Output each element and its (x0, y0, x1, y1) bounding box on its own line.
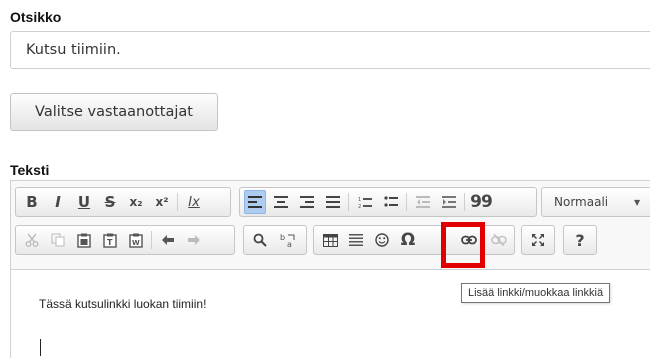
insert-group: Ω (313, 225, 443, 255)
smiley-icon[interactable] (371, 228, 393, 252)
text-caret (40, 339, 41, 356)
undo-icon[interactable] (157, 228, 179, 252)
svg-text:W: W (132, 239, 140, 247)
maximize-icon[interactable] (527, 228, 549, 252)
maximize-group (521, 225, 555, 255)
align-right-icon[interactable] (296, 190, 318, 214)
help-button[interactable]: ? (569, 228, 591, 252)
basic-styles-group: B I U S x₂ x² Ix (15, 187, 231, 217)
svg-text:2: 2 (358, 204, 361, 209)
copy-icon[interactable] (47, 228, 69, 252)
paste-icon[interactable] (73, 228, 95, 252)
link-icon[interactable] (458, 228, 480, 252)
toolbar-row-1: B I U S x₂ x² Ix 12 99 Normaali ▼ (11, 181, 650, 219)
link-group (443, 225, 515, 255)
find-group: ba (243, 225, 307, 255)
separator (464, 193, 465, 211)
help-group: ? (563, 225, 597, 255)
redo-icon[interactable] (183, 228, 205, 252)
svg-text:a: a (287, 240, 292, 248)
chevron-down-icon: ▼ (634, 198, 641, 207)
toolbar-row-2: T W ba Ω ? (11, 219, 650, 257)
paragraph-group: 12 99 (239, 187, 537, 217)
separator (348, 193, 349, 211)
table-icon[interactable] (319, 228, 341, 252)
link-tooltip: Lisää linkki/muokkaa linkkiä (461, 283, 611, 303)
italic-button[interactable]: I (47, 190, 69, 214)
outdent-icon[interactable] (412, 190, 434, 214)
cut-icon[interactable] (21, 228, 43, 252)
svg-text:b: b (280, 233, 285, 242)
strikethrough-button[interactable]: S (99, 190, 121, 214)
clipboard-group: T W (15, 225, 235, 255)
format-select-value: Normaali (554, 195, 609, 209)
blockquote-button[interactable]: 99 (470, 190, 493, 214)
editor-content-text: Tässä kutsulinkki luokan tiimiin! (39, 297, 207, 311)
replace-icon[interactable]: ba (277, 228, 299, 252)
svg-text:1: 1 (358, 197, 361, 203)
bulleted-list-icon[interactable] (380, 190, 402, 214)
special-character-button[interactable]: Ω (397, 228, 419, 252)
unlink-icon[interactable] (488, 228, 510, 252)
paste-text-icon[interactable]: T (99, 228, 121, 252)
underline-button[interactable]: U (73, 190, 95, 214)
title-input[interactable]: Kutsu tiimiin. (10, 31, 650, 69)
separator (177, 193, 178, 211)
align-left-icon[interactable] (244, 190, 266, 214)
title-label: Otsikko (10, 9, 62, 25)
numbered-list-icon[interactable]: 12 (354, 190, 376, 214)
subscript-button[interactable]: x₂ (125, 190, 147, 214)
paste-from-word-icon[interactable]: W (125, 228, 147, 252)
separator (406, 193, 407, 211)
superscript-button[interactable]: x² (151, 190, 173, 214)
svg-text:T: T (107, 238, 113, 247)
indent-icon[interactable] (438, 190, 460, 214)
format-select[interactable]: Normaali ▼ (541, 187, 650, 217)
justify-icon[interactable] (322, 190, 344, 214)
separator (151, 231, 152, 249)
search-icon[interactable] (249, 228, 271, 252)
bold-button[interactable]: B (21, 190, 43, 214)
text-label: Teksti (10, 162, 50, 178)
align-center-icon[interactable] (270, 190, 292, 214)
select-recipients-button[interactable]: Valitse vastaanottajat (10, 93, 218, 131)
horizontal-line-icon[interactable] (345, 228, 367, 252)
rich-text-editor: B I U S x₂ x² Ix 12 99 Normaali ▼ T W b … (10, 180, 650, 358)
remove-format-button[interactable]: Ix (183, 190, 205, 214)
